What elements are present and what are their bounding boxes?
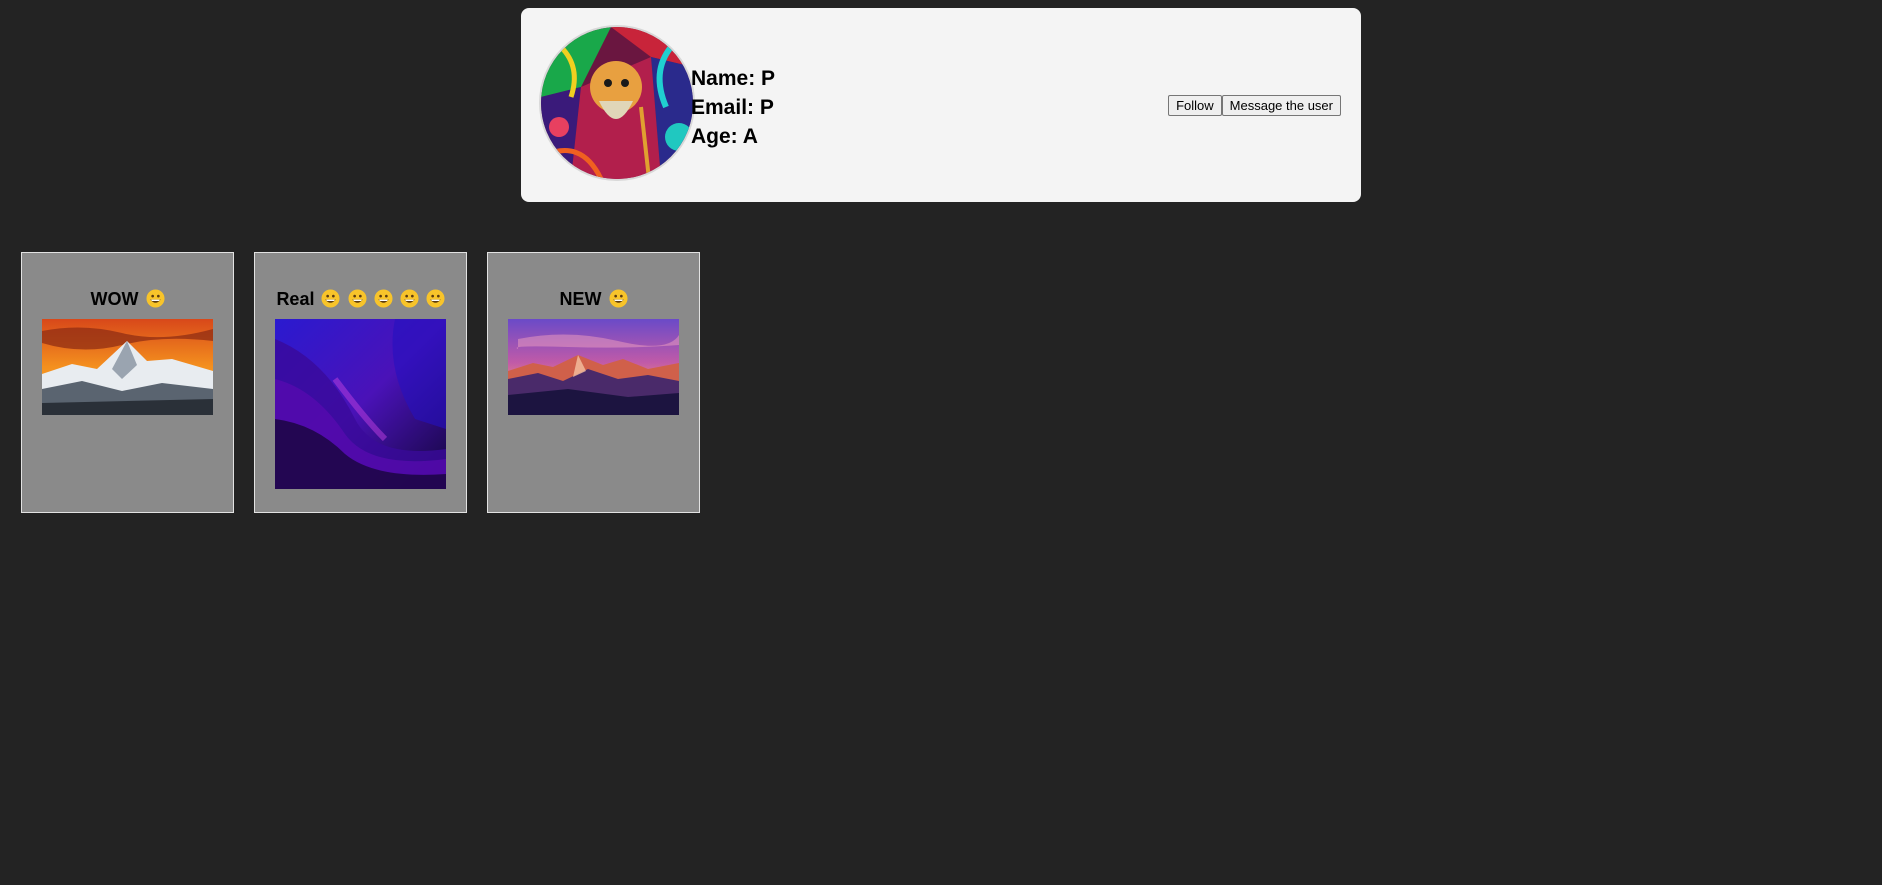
grinning-face-icon (373, 289, 393, 308)
emoji-group (144, 289, 165, 309)
grinning-face-icon (145, 289, 165, 308)
grinning-face-icon (347, 289, 367, 308)
user-name: Name: P (691, 67, 776, 90)
emoji-group (607, 289, 628, 309)
grinning-face-icon (321, 289, 341, 308)
follow-button[interactable]: Follow (1168, 95, 1222, 116)
message-user-button[interactable]: Message the user (1221, 95, 1341, 116)
post-card[interactable]: NEW (487, 252, 700, 513)
grinning-face-icon (608, 289, 628, 308)
grinning-face-icon (400, 289, 419, 308)
user-info: Name: P Email: P Age: A (691, 64, 775, 151)
profile-actions: Follow Message the user (1168, 95, 1341, 116)
grinning-face-icon (426, 289, 445, 308)
post-title: WOW (22, 289, 233, 310)
purple-wave-wallpaper-image (275, 319, 446, 489)
mountain-sunset-image (42, 319, 213, 415)
post-title-text: WOW (90, 289, 139, 309)
mountain-dusk-image (508, 319, 679, 415)
emoji-group (319, 289, 445, 309)
profile-card: Name: P Email: P Age: A Follow Message t… (521, 8, 1361, 202)
post-title: NEW (488, 289, 699, 310)
post-card[interactable]: Real (254, 252, 467, 513)
user-age: Age: A (691, 125, 758, 148)
post-title-text: Real (276, 289, 315, 309)
post-title-text: NEW (559, 289, 602, 309)
post-title: Real (255, 289, 466, 310)
post-card[interactable]: WOW (21, 252, 234, 513)
user-email: Email: P (691, 96, 774, 119)
avatar (541, 27, 693, 179)
